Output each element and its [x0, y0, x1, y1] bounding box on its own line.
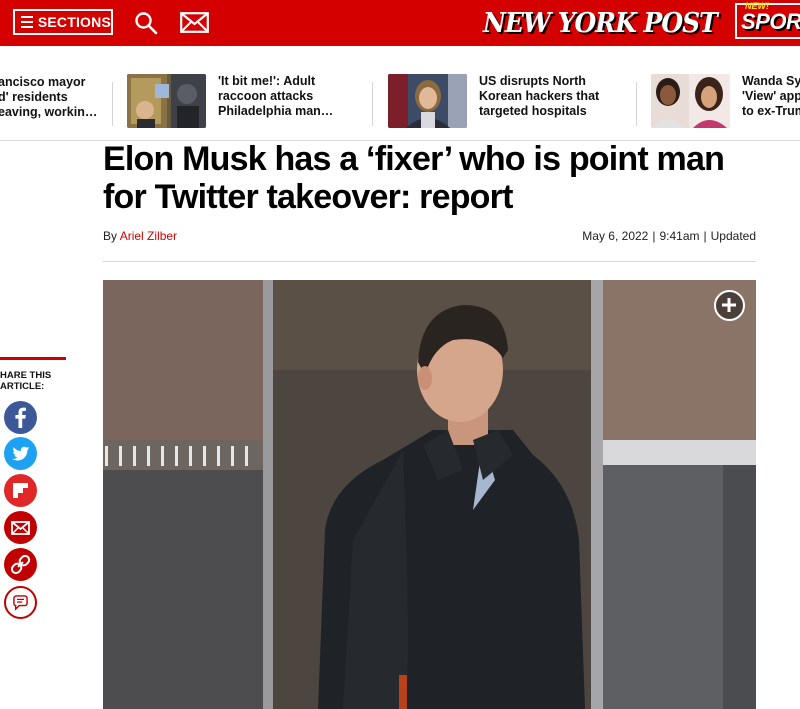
comments-button[interactable]	[4, 586, 37, 619]
author-link[interactable]: Ariel Zilber	[120, 229, 177, 243]
comment-icon	[13, 595, 28, 611]
link-icon	[10, 554, 31, 575]
expand-image-button[interactable]	[714, 290, 745, 321]
trending-item-title: US disrupts North Korean hackers that targ…	[479, 74, 600, 118]
email-icon	[11, 521, 30, 535]
trending-item[interactable]: US disrupts North Korean hackers that targ…	[388, 74, 599, 130]
site-logo[interactable]: NEW YORK POST	[483, 4, 718, 41]
dateline: May 6, 2022 | 9:41am | Updated	[582, 229, 756, 243]
byline: By Ariel Zilber	[103, 229, 177, 243]
flipboard-icon	[13, 483, 28, 498]
trending-item-thumbnail	[651, 74, 730, 128]
trending-item-title: Wanda Sy 'View' app to ex-Trum	[742, 74, 800, 118]
sports-link[interactable]: NEW! SPORTS	[731, 0, 800, 46]
newsletter-mail-icon[interactable]	[180, 12, 209, 38]
search-icon[interactable]	[134, 11, 158, 40]
trending-strip: ancisco mayor d' residents eaving, workin……	[0, 60, 800, 141]
trending-item-thumbnail	[127, 74, 206, 128]
sections-label: SECTIONS	[37, 14, 111, 30]
share-link-button[interactable]	[4, 548, 37, 581]
sports-label: SPORTS	[741, 9, 800, 34]
plus-icon	[722, 298, 736, 312]
sections-menu-button[interactable]: SECTIONS	[13, 9, 113, 35]
share-label: HARE THIS ARTICLE:	[0, 370, 52, 392]
twitter-icon	[12, 446, 30, 461]
trending-item[interactable]: ancisco mayor d' residents eaving, workin…	[0, 75, 97, 131]
article-hero-image[interactable]	[103, 280, 756, 709]
hamburger-icon	[21, 16, 33, 28]
share-facebook-button[interactable]	[4, 401, 37, 434]
strip-divider	[372, 82, 373, 126]
facebook-icon	[15, 407, 26, 428]
trending-item-title: ancisco mayor d' residents eaving, workin…	[0, 75, 98, 119]
publish-time: 9:41am	[659, 229, 700, 243]
article-headline: Elon Musk has a ‘fixer’ who is point man…	[103, 140, 725, 216]
share-twitter-button[interactable]	[4, 437, 37, 470]
trending-item[interactable]: 'It bit me!': Adult raccoon attacks Philad…	[127, 74, 333, 130]
share-rule	[0, 357, 66, 360]
updated-label[interactable]: Updated	[711, 229, 756, 243]
separator: |	[652, 229, 656, 243]
site-header: SECTIONS NEW YORK POST NEW! SPORTS	[0, 0, 800, 46]
strip-divider	[636, 82, 637, 126]
headline-divider	[103, 261, 756, 262]
publish-date: May 6, 2022	[582, 229, 649, 243]
trending-item-title: 'It bit me!': Adult raccoon attacks Philad…	[218, 74, 334, 118]
share-email-button[interactable]	[4, 511, 37, 544]
strip-divider	[112, 82, 113, 126]
byline-prefix: By	[103, 229, 118, 243]
trending-item-thumbnail	[388, 74, 467, 128]
trending-item[interactable]: Wanda Sy 'View' app to ex-Trum	[651, 74, 800, 130]
share-flipboard-button[interactable]	[4, 474, 37, 507]
separator: |	[703, 229, 707, 243]
